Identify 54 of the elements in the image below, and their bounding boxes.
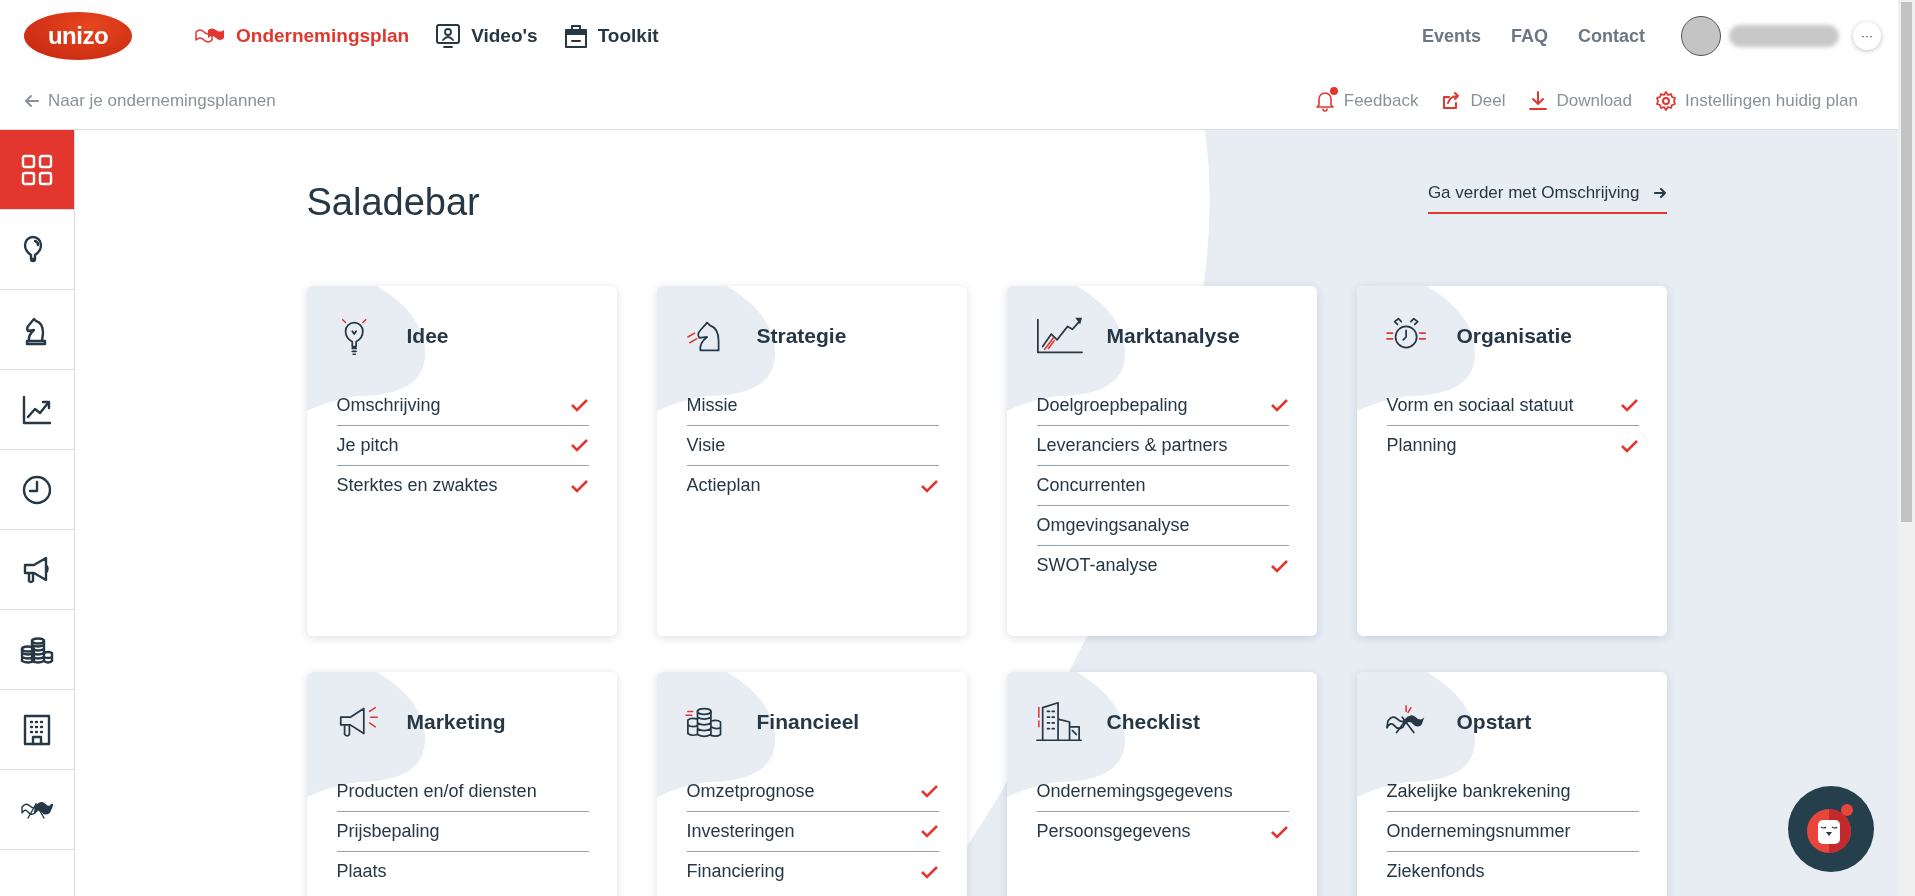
arrow-left-icon [24,92,40,109]
section-link[interactable]: Producten en/of diensten [336,771,589,812]
next-link[interactable]: Ga verder met Omschrijving [1427,180,1667,214]
section-link[interactable]: Persoonsgegevens [1036,811,1289,852]
nav-link[interactable]: Video's [435,21,538,51]
more-button[interactable]: ··· [1853,22,1881,50]
section-link[interactable]: Ziekenfonds [1386,851,1639,892]
monitor-icon [435,23,462,49]
section-link[interactable]: Je pitch [336,425,589,466]
section-link[interactable]: Plaats [336,851,589,892]
section-link[interactable]: Investeringen [686,811,939,852]
card-title: Organisatie [1456,323,1573,349]
section-link[interactable]: Sterktes en zwaktes [336,465,589,506]
section-link[interactable]: Actieplan [686,465,939,506]
card-title: Opstart [1456,709,1532,735]
card-title: Marktanalyse [1106,323,1240,349]
section-link[interactable]: Vorm en sociaal statuut [1386,385,1639,426]
section-link[interactable]: Zakelijke bankrekening [1386,771,1639,812]
section-link[interactable]: SWOT-analyse [1036,545,1289,586]
settings-icon [1656,90,1677,111]
download-icon [1529,90,1548,111]
section-link[interactable]: Doelgroepbepaling [1036,385,1289,426]
card-title: Marketing [406,709,506,735]
top-link[interactable]: FAQ [1511,22,1548,50]
scrollbar[interactable] [1898,0,1915,896]
avatar[interactable] [1681,16,1721,56]
page-title: Saladebar [306,180,480,225]
section-link[interactable]: Omschrijving [336,385,589,426]
grid-icon [20,152,54,187]
top-link[interactable]: Contact [1578,22,1645,50]
flags-icon [194,26,226,46]
section-link[interactable]: Ondernemingsnummer [1386,811,1639,852]
toolbox-icon [563,23,588,49]
card-title: Checklist [1106,709,1200,735]
section-link[interactable]: Financiering [686,851,939,892]
nav-link[interactable]: Ondernemingsplan [194,21,410,51]
section-link[interactable]: Prijsbepaling [336,811,589,852]
top-link[interactable]: Events [1421,22,1481,50]
section-link[interactable]: Planning [1386,425,1639,466]
section-link[interactable]: Omzetprognose [686,771,939,812]
section-link[interactable]: Ondernemingsgegevens [1036,771,1289,812]
arrow-right-icon [1653,185,1667,200]
share-icon [1442,91,1462,110]
section-link[interactable]: Missie [686,385,939,426]
section-link[interactable]: Concurrenten [1036,465,1289,506]
card-title: Strategie [756,323,847,349]
section-link[interactable]: Visie [686,425,939,466]
section-link[interactable]: Leveranciers & partners [1036,425,1289,466]
card-title: Financieel [756,709,860,735]
bell-icon [1314,89,1335,112]
card-title: Idee [406,323,449,349]
logo[interactable]: unizo [24,12,132,60]
section-link[interactable]: Omgevingsanalyse [1036,505,1289,546]
nav-link[interactable]: Toolkit [563,21,659,51]
